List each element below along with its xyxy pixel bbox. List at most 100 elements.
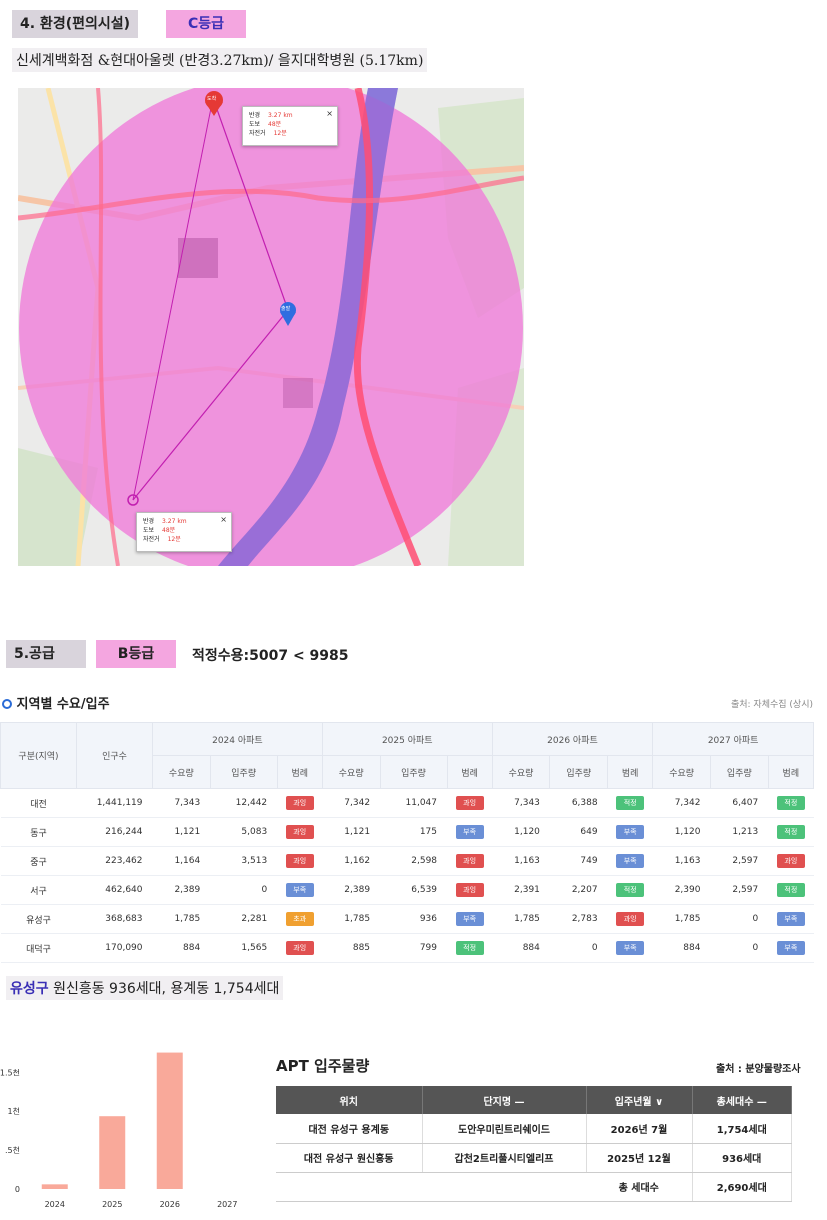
x-tick-label: 2027 [217,1200,237,1209]
yuseong-detail: 원신흥동 936세대, 용계동 1,754세대 [48,981,280,997]
apt-table-title: APT 입주물량 [276,1057,370,1075]
map-canvas [18,88,524,566]
table-row: 대전 유성구 용계동 도안우미린트리쉐이드 2026년 7월 1,754세대 [276,1114,792,1144]
supply-value: 1,213 [710,817,769,847]
section5-label: 5.공급 [6,640,86,668]
legend-cell: 적정 [607,875,653,905]
table-row: 대전 1,441,119 7,343 12,442 과잉 7,342 11,047 과잉 7,3… [0,788,814,818]
demand-value: 1,785 [322,904,381,934]
demand-value: 7,342 [322,788,381,818]
apt-col-complex[interactable]: 단지명 — [422,1086,587,1114]
status-badge: 과잉 [285,825,314,839]
apt-table-source: 출처 : 분양물량조사 [716,1064,801,1075]
total-label: 총 세대수 [586,1172,693,1202]
supply-value: 799 [380,933,448,963]
demand-value: 1,120 [492,817,550,847]
supply-value: 1,565 [210,933,278,963]
row-population: 1,441,119 [76,788,153,818]
col-population: 인구수 [76,722,153,789]
row-population: 462,640 [76,875,153,905]
supply-value: 175 [380,817,448,847]
row-population: 216,244 [76,817,153,847]
popup-close-icon[interactable]: × [220,515,227,524]
radius-map[interactable]: × 반경 3.27 km 도보 48분 자전거 12분 × 반경 3.27 km 도보 4… [18,88,524,566]
section4-desc: 신세계백화점 &현대아울렛 (반경3.27km)/ 을지대학병원 (5.17km… [12,48,428,72]
supply-value: 11,047 [380,788,448,818]
legend-cell: 과잉 [277,846,323,876]
bar-2024 [41,1184,68,1189]
demand-value: 884 [652,933,711,963]
legend-cell: 적정 [607,788,653,818]
y-tick-label: 0 [15,1185,20,1194]
supply-bar-chart: 0 .5천 1천 1.5천 2024 2025 2026 2027 [0,1052,237,1209]
supply-value: 2,597 [710,875,769,905]
demand-value: 2,390 [652,875,711,905]
demand-value: 885 [322,933,381,963]
supply-value: 6,407 [710,788,769,818]
demand-value: 1,785 [652,904,711,934]
status-badge: 과잉 [285,796,314,810]
supply-value: 12,442 [210,788,278,818]
table-row: 동구 216,244 1,121 5,083 과잉 1,121 175 부족 1,120 649 부… [0,817,814,847]
apt-col-location[interactable]: 위치 [276,1086,423,1114]
demand-value: 7,342 [652,788,711,818]
legend-cell: 과잉 [607,904,653,934]
demand-value: 2,391 [492,875,550,905]
demand-value: 1,785 [152,904,211,934]
legend-cell: 부족 [768,904,814,934]
col-region: 구분(지역) [0,722,77,789]
status-badge: 과잉 [455,854,484,868]
section4-grade: C등급 [166,10,246,38]
demand-value: 1,163 [492,846,550,876]
col-sub-header: 범례 [607,755,654,789]
col-sub-header: 수요량 [491,755,551,789]
legend-cell: 과잉 [447,846,493,876]
demand-value: 884 [152,933,211,963]
row-region: 대덕구 [0,933,77,963]
map-popup-top: × 반경 3.27 km 도보 48분 자전거 12분 [242,106,338,146]
popup-close-icon[interactable]: × [326,109,333,118]
col-sub-header: 입주량 [549,755,609,789]
section4-label: 4. 환경(편의시설) [12,10,139,38]
legend-cell: 적정 [768,788,814,818]
status-badge: 부족 [776,941,805,955]
demand-value: 1,163 [652,846,711,876]
col-sub-header: 범례 [767,755,815,789]
supply-value: 749 [549,846,608,876]
supply-table-source: 출처: 자체수집 (상시) [730,700,813,710]
col-sub-header: 입주량 [379,755,448,789]
supply-value: 936 [380,904,448,934]
supply-value: 0 [549,933,608,963]
legend-cell: 부족 [447,904,493,934]
legend-cell: 부족 [277,875,323,905]
table-row: 대덕구 170,090 884 1,565 과잉 885 799 적정 884 0 부족 884 0 부족 [0,933,814,963]
demand-value: 1,120 [652,817,711,847]
status-badge: 부족 [776,912,805,926]
legend-cell: 과잉 [277,933,323,963]
supply-value: 6,388 [549,788,608,818]
col-sub-header: 수요량 [152,755,211,789]
y-tick-label: 1.5천 [0,1067,20,1077]
col-sub-header: 수요량 [321,755,381,789]
status-badge: 부족 [455,912,484,926]
col-sub-header: 범례 [446,755,493,789]
demand-value: 1,121 [322,817,381,847]
status-badge: 적정 [776,883,805,897]
table-row: 중구 223,462 1,164 3,513 과잉 1,162 2,598 과잉 1,163 74… [0,846,814,876]
legend-cell: 부족 [768,933,814,963]
row-region: 중구 [0,846,77,876]
row-population: 170,090 [76,933,153,963]
demand-value: 7,343 [152,788,211,818]
table-row: 유성구 368,683 1,785 2,281 초과 1,785 936 부족 1,785 2,7… [0,904,814,934]
total-value: 2,690세대 [692,1172,792,1202]
apt-col-date[interactable]: 입주년월 ∨ [586,1086,693,1114]
status-badge: 과잉 [616,912,645,926]
legend-cell: 과잉 [447,788,493,818]
demand-value: 1,121 [152,817,211,847]
legend-cell: 과잉 [768,846,814,876]
demand-value: 1,785 [492,904,550,934]
legend-cell: 부족 [607,817,653,847]
supply-table: 구분(지역) 인구수 2024 아파트 2025 아파트 2026 아파트 20… [0,722,815,963]
demand-value: 2,389 [322,875,381,905]
apt-col-units[interactable]: 총세대수 — [692,1086,792,1114]
